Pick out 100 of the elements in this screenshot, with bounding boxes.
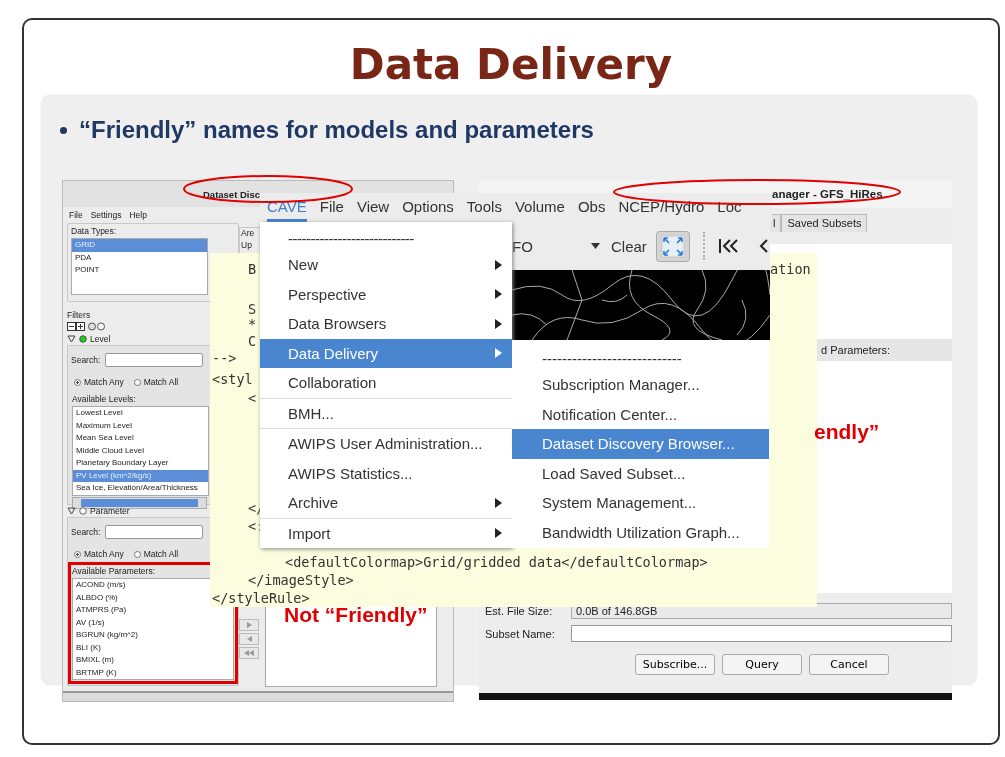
move-all-left-button[interactable] xyxy=(239,647,259,659)
submenu-arrow-icon xyxy=(495,497,502,508)
code-line: B xyxy=(248,261,257,277)
fit-to-window-icon[interactable] xyxy=(655,230,690,262)
menu-bar-item[interactable]: Volume xyxy=(514,193,565,222)
group-label: Filters xyxy=(67,310,92,320)
annotation-text: Not “Friendly” xyxy=(284,603,428,627)
section-label: d Parameters: xyxy=(821,344,891,356)
list-item[interactable]: BLI (K) xyxy=(73,641,101,654)
menu-item[interactable]: Dataset Discovery Browser... xyxy=(512,429,769,459)
list-item[interactable]: ALBDO (%) xyxy=(73,591,118,604)
dialog-button[interactable]: Cancel xyxy=(809,654,889,675)
window-title: Dataset Disc xyxy=(203,188,261,200)
list-item[interactable]: AV (1/s) xyxy=(73,616,105,629)
play-icon xyxy=(245,622,253,628)
menu-item[interactable]: Archive xyxy=(260,488,512,519)
list-item[interactable]: Planetary Boundary Layer xyxy=(73,457,169,470)
menu-item[interactable]: New xyxy=(260,250,512,280)
menu-bar-item[interactable]: Obs xyxy=(577,193,606,222)
code-line: <defaultColormap>Grid/gridded data</defaultColormap> xyxy=(285,554,708,570)
menu-item[interactable]: Help xyxy=(129,210,147,220)
menu-item[interactable]: File xyxy=(69,210,83,220)
annotation-text: endly” xyxy=(814,420,880,444)
bullet-text: “Friendly” names for models and parameters xyxy=(79,116,594,144)
clear-button[interactable]: Clear xyxy=(611,237,647,255)
menu-item[interactable]: Subscription Manager... xyxy=(512,370,769,400)
menu-item[interactable]: ---------------------------- xyxy=(512,342,769,370)
code-line: --> xyxy=(212,350,237,366)
scrollbar[interactable] xyxy=(72,496,207,509)
field-label: Subset Name: xyxy=(485,627,556,640)
radio-option[interactable]: Match Any xyxy=(74,377,124,387)
code-line: < xyxy=(248,390,257,406)
list-item[interactable]: Mean Sea Level xyxy=(73,432,134,445)
menu-item[interactable]: AWIPS Statistics... xyxy=(260,458,512,488)
first-frame-icon[interactable] xyxy=(717,238,740,254)
list-item[interactable]: BGRUN (kg/m^2) xyxy=(73,629,138,642)
submenu-arrow-icon xyxy=(495,259,502,270)
list-item[interactable]: BRTMP (K) xyxy=(73,666,117,679)
menu-bar-item[interactable]: File xyxy=(319,193,344,222)
bullet-icon xyxy=(60,126,67,134)
subset-name-field[interactable] xyxy=(571,625,952,642)
submenu-arrow-icon xyxy=(495,528,502,539)
list-item[interactable]: Sea Ice, Elevation/Area/Thickness xyxy=(73,482,198,495)
list-item[interactable]: PDA xyxy=(72,251,92,264)
expander-icon[interactable] xyxy=(67,335,76,343)
menu-item[interactable]: Data Delivery xyxy=(260,338,512,368)
code-line: <styl xyxy=(212,371,253,387)
list-item[interactable]: Lowest Level xyxy=(73,407,123,420)
code-line: ation xyxy=(770,261,811,277)
menu-bar-item[interactable]: View xyxy=(356,193,390,222)
submenu-arrow-icon xyxy=(495,289,502,300)
submenu-arrow-icon xyxy=(495,348,502,359)
window-title: anager - GFS_HiRes xyxy=(772,188,883,200)
menu-bar-item[interactable]: NCEP/Hydro xyxy=(618,193,705,222)
slide-title: Data Delivery xyxy=(348,39,674,91)
search-field[interactable] xyxy=(105,353,204,367)
list-item[interactable]: BMIXL (m) xyxy=(73,654,114,667)
menu-item[interactable]: AWIPS User Administration... xyxy=(260,429,512,459)
menu-bar-item[interactable]: Options xyxy=(402,193,454,222)
menu-bar-item[interactable]: Tools xyxy=(466,193,502,222)
search-field[interactable] xyxy=(105,525,204,539)
menu-item[interactable]: Notification Center... xyxy=(512,399,769,429)
menu-item[interactable]: Load Saved Subset... xyxy=(512,458,769,488)
collapse-expand-icons[interactable] xyxy=(67,322,107,331)
group-label: Data Types: xyxy=(71,226,118,236)
list-item[interactable]: Maximum Level xyxy=(73,419,132,432)
list-item[interactable]: Middle Cloud Level xyxy=(73,444,145,457)
code-line: </styleRule> xyxy=(212,590,310,606)
tab[interactable]: Saved Subsets xyxy=(781,214,868,232)
filter-label: Level xyxy=(90,334,111,344)
field-label: Search: xyxy=(71,355,101,365)
list-item[interactable]: ATMPRS (Pa) xyxy=(73,604,127,617)
dialog-button[interactable]: Subscribe... xyxy=(635,654,715,675)
previous-frame-icon[interactable] xyxy=(758,238,769,254)
code-line: * xyxy=(248,316,257,332)
list-label: Available Parameters: xyxy=(72,566,156,576)
expander-icon[interactable] xyxy=(67,507,76,515)
move-left-button[interactable] xyxy=(239,633,259,645)
list-label: Available Levels: xyxy=(72,394,137,404)
dialog-button[interactable]: Query xyxy=(722,654,802,675)
radio-option[interactable]: Match All xyxy=(133,377,179,387)
menu-item[interactable]: Perspective xyxy=(260,279,512,309)
menu-item[interactable]: ---------------------------- xyxy=(260,226,512,250)
menu-item[interactable]: Data Browsers xyxy=(260,309,512,339)
list-item[interactable]: ACOND (m/s) xyxy=(73,579,126,592)
menu-item[interactable]: Bandwidth Utilization Graph... xyxy=(512,517,769,547)
double-left-arrow-icon xyxy=(243,650,255,656)
dropdown-caret-icon[interactable] xyxy=(591,243,600,249)
submenu-arrow-icon xyxy=(495,318,502,329)
menu-item[interactable]: Import xyxy=(260,518,512,548)
left-arrow-icon xyxy=(245,636,253,642)
group-label: Are xyxy=(241,228,256,238)
move-right-button[interactable] xyxy=(239,619,259,631)
menu-item[interactable]: Settings xyxy=(90,210,122,220)
field-label: Up xyxy=(241,240,253,250)
radio-option[interactable]: Match All xyxy=(133,549,179,559)
radio-option[interactable]: Match Any xyxy=(74,549,124,559)
field-text[interactable]: FO xyxy=(512,237,582,255)
menu-item[interactable]: System Management... xyxy=(512,488,769,518)
list-item[interactable]: POINT xyxy=(72,264,100,277)
